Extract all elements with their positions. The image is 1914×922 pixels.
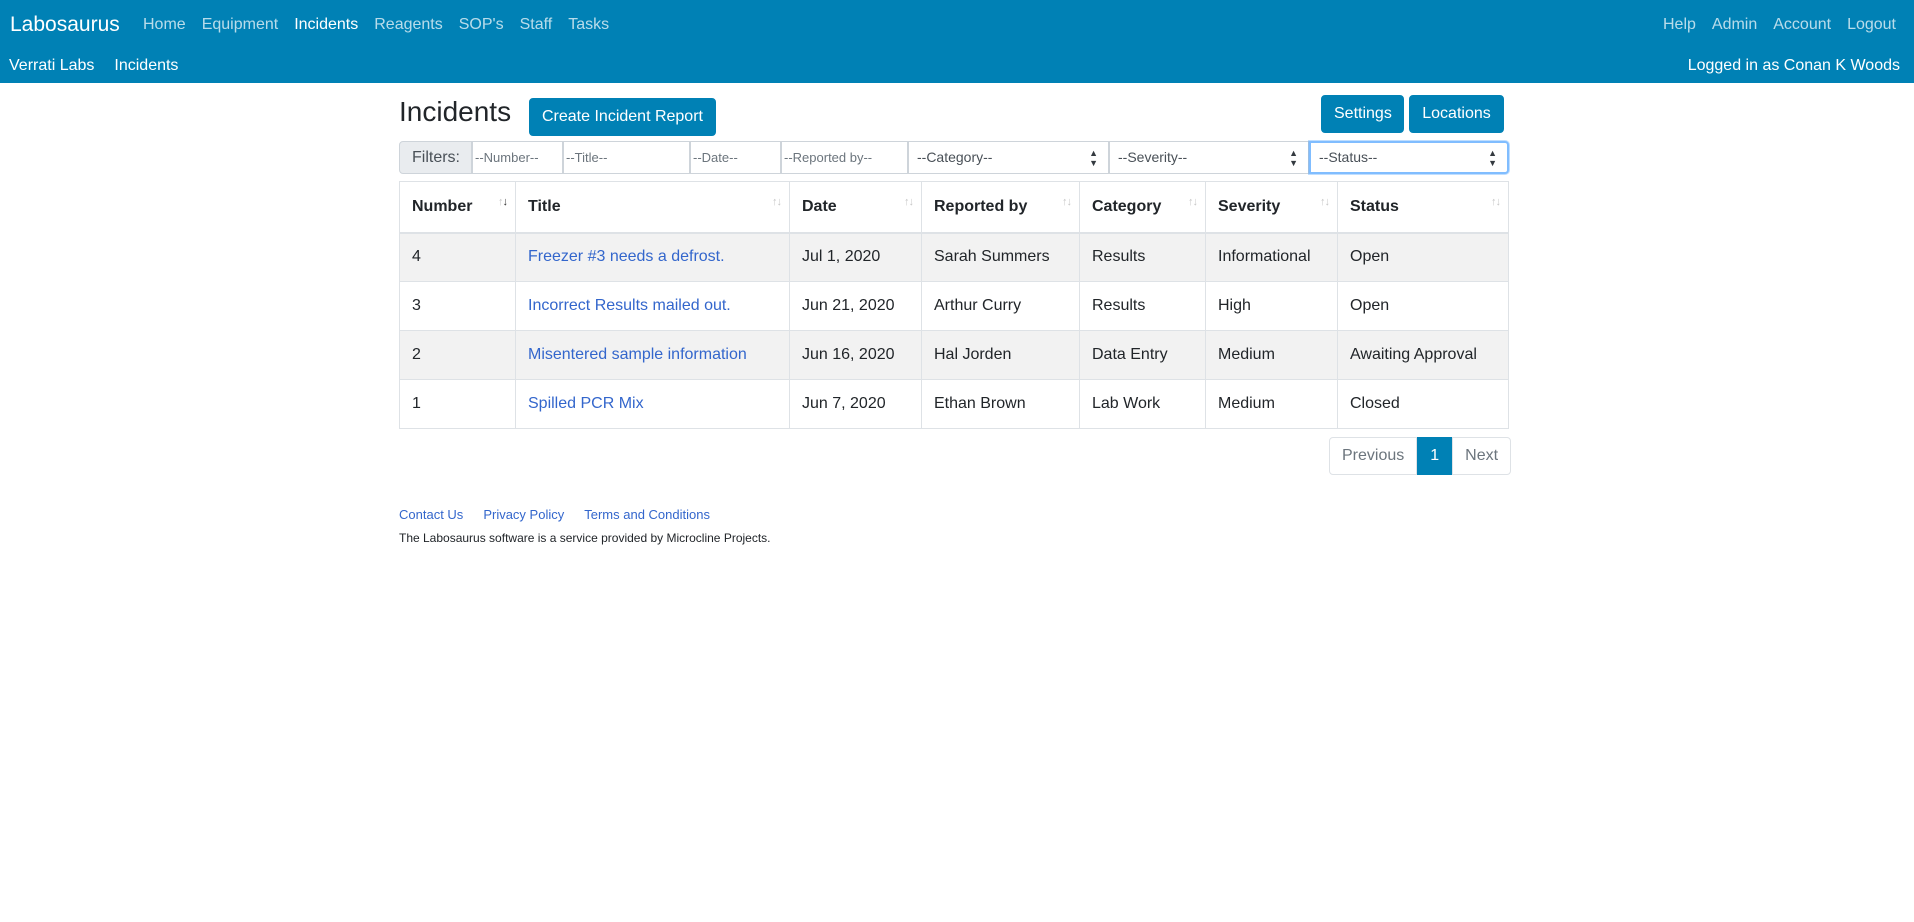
cell-number: 1 (399, 379, 516, 429)
cell-status: Open (1337, 281, 1509, 331)
cell-date: Jun 7, 2020 (789, 379, 922, 429)
cell-title: Spilled PCR Mix (515, 379, 790, 429)
page-1-button[interactable]: 1 (1417, 437, 1453, 475)
col-number-header[interactable]: Number ↑↓ (399, 181, 516, 234)
breadcrumb-incidents[interactable]: Incidents (114, 57, 178, 75)
breadcrumb: Verrati Labs Incidents (9, 57, 198, 75)
nav-logout[interactable]: Logout (1847, 16, 1896, 34)
cell-number: 4 (399, 232, 516, 282)
next-page-button[interactable]: Next (1452, 437, 1512, 475)
cell-date: Jul 1, 2020 (789, 232, 922, 282)
cell-reported-by: Sarah Summers (921, 232, 1080, 282)
incident-title-link[interactable]: Misentered sample information (528, 346, 747, 363)
nav-tasks[interactable]: Tasks (568, 16, 609, 34)
cell-category: Results (1079, 281, 1206, 331)
cell-severity: High (1205, 281, 1338, 331)
top-navbar: Labosaurus Home Equipment Incidents Reag… (0, 0, 1914, 83)
col-title-header[interactable]: Title ↑↓ (515, 181, 790, 234)
select-caret-icon: ▲ ▼ (1089, 147, 1098, 168)
incidents-table: Number ↑↓ Title ↑↓ Date ↑↓ Reported by ↑↓ Ca… (399, 181, 1509, 429)
category-filter-select[interactable]: --Category-- ▲ ▼ (908, 141, 1109, 174)
main-nav: Home Equipment Incidents Reagents SOP's … (143, 16, 625, 34)
locations-button[interactable]: Locations (1409, 95, 1504, 133)
cell-status: Open (1337, 232, 1509, 282)
select-caret-icon: ▲ ▼ (1488, 147, 1497, 168)
cell-severity: Medium (1205, 379, 1338, 429)
col-reported-header[interactable]: Reported by ↑↓ (921, 181, 1080, 234)
footer-links: Contact Us Privacy Policy Terms and Cond… (399, 507, 730, 522)
select-caret-icon: ▲ ▼ (1289, 147, 1298, 168)
cell-status: Closed (1337, 379, 1509, 429)
cell-severity: Informational (1205, 232, 1338, 282)
col-status-header[interactable]: Status ↑↓ (1337, 181, 1509, 234)
logged-in-status: Logged in as Conan K Woods (1687, 57, 1900, 74)
sort-icon: ↑↓ (1062, 196, 1072, 208)
nav-help[interactable]: Help (1663, 16, 1696, 34)
category-filter-value: --Category-- (917, 149, 993, 165)
incident-title-link[interactable]: Freezer #3 needs a defrost. (528, 248, 725, 265)
col-category-header[interactable]: Category ↑↓ (1079, 181, 1206, 234)
sort-icon: ↑↓ (1188, 196, 1198, 208)
cell-number: 2 (399, 330, 516, 380)
sort-icon: ↑↓ (498, 196, 508, 208)
cell-title: Incorrect Results mailed out. (515, 281, 790, 331)
brand-logo[interactable]: Labosaurus (10, 13, 120, 37)
incident-title-link[interactable]: Spilled PCR Mix (528, 395, 644, 412)
nav-sops[interactable]: SOP's (459, 16, 504, 34)
nav-admin[interactable]: Admin (1712, 16, 1757, 34)
page-title: Incidents (399, 96, 512, 127)
previous-page-button[interactable]: Previous (1329, 437, 1418, 475)
nav-reagents[interactable]: Reagents (374, 16, 443, 34)
table-row: 3 Incorrect Results mailed out. Jun 21, … (399, 281, 1509, 331)
sort-icon: ↑↓ (1320, 196, 1330, 208)
cell-title: Freezer #3 needs a defrost. (515, 232, 790, 282)
status-filter-value: --Status-- (1319, 149, 1378, 165)
severity-filter-select[interactable]: --Severity-- ▲ ▼ (1109, 141, 1309, 174)
title-filter-input[interactable] (563, 141, 690, 174)
col-severity-header[interactable]: Severity ↑↓ (1205, 181, 1338, 234)
cell-status: Awaiting Approval (1337, 330, 1509, 380)
sort-icon: ↑↓ (1491, 196, 1501, 208)
cell-reported-by: Arthur Curry (921, 281, 1080, 331)
footer-note: The Labosaurus software is a service pro… (399, 531, 771, 545)
cell-category: Results (1079, 232, 1206, 282)
reported-by-filter-input[interactable] (781, 141, 908, 174)
sort-icon: ↑↓ (772, 196, 782, 208)
nav-staff[interactable]: Staff (520, 16, 553, 34)
settings-button[interactable]: Settings (1321, 95, 1404, 133)
terms-link[interactable]: Terms and Conditions (584, 507, 710, 522)
table-header-row: Number ↑↓ Title ↑↓ Date ↑↓ Reported by ↑↓ Ca… (399, 181, 1509, 234)
cell-category: Data Entry (1079, 330, 1206, 380)
cell-date: Jun 21, 2020 (789, 281, 922, 331)
nav-account[interactable]: Account (1773, 16, 1831, 34)
severity-filter-value: --Severity-- (1118, 149, 1188, 165)
table-row: 1 Spilled PCR Mix Jun 7, 2020 Ethan Brow… (399, 379, 1509, 429)
breadcrumb-lab[interactable]: Verrati Labs (9, 57, 94, 75)
table-row: 4 Freezer #3 needs a defrost. Jul 1, 202… (399, 232, 1509, 282)
filter-bar: Filters: --Category-- ▲▼ --Severity-- ▲▼… (399, 141, 1509, 174)
sort-icon: ↑↓ (904, 196, 914, 208)
table-row: 2 Misentered sample information Jun 16, … (399, 330, 1509, 380)
cell-category: Lab Work (1079, 379, 1206, 429)
filters-label: Filters: (399, 141, 472, 174)
cell-title: Misentered sample information (515, 330, 790, 380)
col-date-header[interactable]: Date ↑↓ (789, 181, 922, 234)
nav-incidents[interactable]: Incidents (294, 16, 358, 34)
cell-date: Jun 16, 2020 (789, 330, 922, 380)
cell-severity: Medium (1205, 330, 1338, 380)
pagination: Previous 1 Next (1329, 437, 1512, 475)
date-filter-input[interactable] (690, 141, 781, 174)
cell-reported-by: Hal Jorden (921, 330, 1080, 380)
number-filter-input[interactable] (472, 141, 563, 174)
nav-equipment[interactable]: Equipment (202, 16, 279, 34)
status-filter-select[interactable]: --Status-- ▲ ▼ (1309, 141, 1509, 174)
privacy-policy-link[interactable]: Privacy Policy (483, 507, 564, 522)
cell-reported-by: Ethan Brown (921, 379, 1080, 429)
right-nav: Help Admin Account Logout (1647, 16, 1896, 34)
nav-home[interactable]: Home (143, 16, 186, 34)
incident-title-link[interactable]: Incorrect Results mailed out. (528, 297, 731, 314)
cell-number: 3 (399, 281, 516, 331)
contact-us-link[interactable]: Contact Us (399, 507, 463, 522)
create-incident-button[interactable]: Create Incident Report (529, 98, 716, 136)
